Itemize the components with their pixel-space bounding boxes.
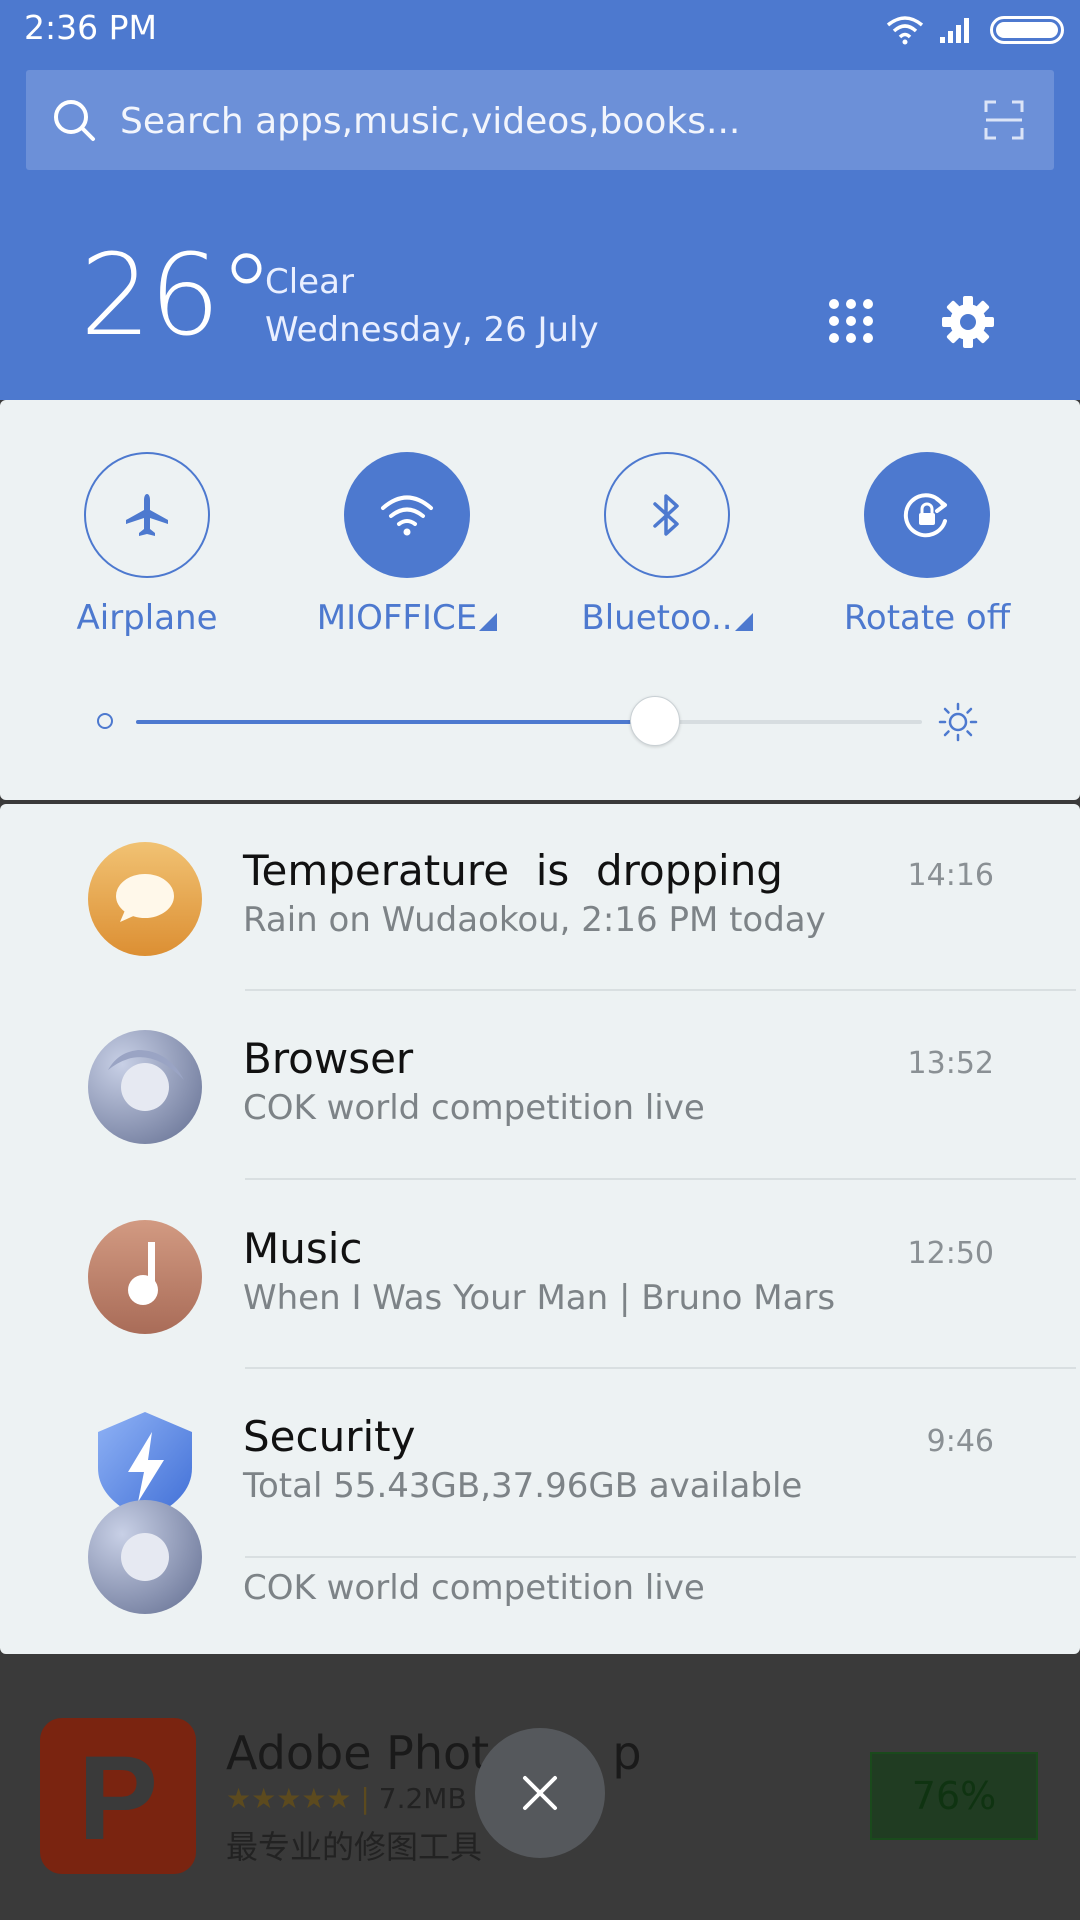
divider [245, 989, 1076, 991]
airplane-toggle-button[interactable] [84, 452, 210, 578]
notification-time: 13:52 [907, 1046, 994, 1081]
brightness-thumb[interactable] [629, 696, 680, 746]
quick-settings-panel: Airplane MIOFFICE Bluetoo.. Rotate off [0, 400, 1080, 800]
toggle-bluetooth[interactable]: Bluetoo.. [547, 452, 787, 638]
wifi-icon [381, 495, 433, 536]
notification-subtitle: Rain on Wudaokou, 2:16 PM today [243, 900, 826, 940]
close-icon [523, 1776, 557, 1810]
notification-item[interactable]: Browser COK world competition live 13:52 [0, 992, 1080, 1182]
browser-icon [88, 1500, 202, 1614]
notification-title: Browser [243, 1034, 414, 1083]
divider [245, 1178, 1076, 1180]
notification-subtitle: COK world competition live [243, 1088, 705, 1128]
close-button[interactable] [475, 1728, 605, 1858]
brightness-fill [136, 720, 655, 724]
wifi-signal-icon [886, 16, 924, 45]
wifi-toggle-button[interactable] [344, 452, 470, 578]
music-note-icon [88, 1220, 202, 1334]
weather-date: Wednesday, 26 July [265, 310, 599, 350]
toggle-wifi[interactable]: MIOFFICE [287, 452, 527, 638]
brightness-slider[interactable] [136, 696, 922, 746]
toggle-label-bluetooth[interactable]: Bluetoo.. [547, 598, 787, 638]
search-input[interactable] [118, 90, 902, 152]
download-progress: 76% [870, 1752, 1038, 1840]
notification-list: Temperature is dropping Rain on Wudaokou… [0, 804, 1080, 1654]
battery-icon [990, 16, 1064, 44]
bluetooth-toggle-button[interactable] [604, 452, 730, 578]
notification-time: 9:46 [926, 1424, 994, 1459]
search-bar[interactable] [26, 70, 1054, 170]
app-rating: ★★★★★ | 7.2MB [226, 1782, 467, 1815]
search-icon [54, 100, 95, 141]
weather-condition: Clear [265, 262, 354, 302]
grid-menu-icon[interactable] [826, 296, 876, 346]
notification-title: Security [243, 1412, 416, 1461]
notification-item[interactable]: Music When I Was Your Man | Bruno Mars 1… [0, 1182, 1080, 1372]
bluetooth-icon [653, 494, 679, 536]
browser-icon [88, 1030, 202, 1144]
cell-signal-icon [940, 18, 969, 43]
divider [245, 1367, 1076, 1369]
app-description: 最专业的修图工具 [226, 1828, 483, 1866]
notification-title: Music [243, 1224, 363, 1273]
status-time: 2:36 PM [24, 8, 157, 47]
toggle-label-rotation: Rotate off [843, 598, 1011, 638]
dropdown-triangle-icon [734, 613, 753, 631]
notification-item[interactable]: COK world competition live [0, 1500, 1080, 1654]
toggle-airplane[interactable]: Airplane [27, 452, 267, 638]
notification-subtitle: COK world competition live [243, 1568, 705, 1608]
notification-time: 12:50 [907, 1236, 994, 1271]
notification-time: 14:16 [907, 858, 994, 893]
status-bar: 2:36 PM [0, 0, 1080, 60]
notification-shade-header: 2:36 PM 26° Cle [0, 0, 1080, 400]
notification-title: Temperature is dropping [243, 846, 783, 895]
notification-item[interactable]: Temperature is dropping Rain on Wudaokou… [0, 804, 1080, 994]
toggle-label-airplane: Airplane [76, 598, 218, 638]
airplane-icon [126, 494, 168, 536]
notification-subtitle: When I Was Your Man | Bruno Mars [243, 1278, 836, 1318]
dropdown-triangle-icon [479, 613, 498, 631]
gear-icon[interactable] [940, 294, 996, 350]
app-icon: P [40, 1718, 196, 1874]
toggle-label-wifi[interactable]: MIOFFICE [287, 598, 527, 638]
rotation-lock-icon [903, 493, 947, 538]
brightness-max-icon [938, 702, 978, 742]
status-icons [886, 12, 1064, 48]
notification-subtitle: Total 55.43GB,37.96GB available [243, 1466, 803, 1506]
weather-temperature[interactable]: 26° [80, 240, 275, 352]
brightness-min-icon [97, 713, 113, 729]
rotation-toggle-button[interactable] [864, 452, 990, 578]
scan-icon[interactable] [984, 100, 1024, 140]
toggle-rotation[interactable]: Rotate off [807, 452, 1047, 638]
message-bubble-icon [88, 842, 202, 956]
